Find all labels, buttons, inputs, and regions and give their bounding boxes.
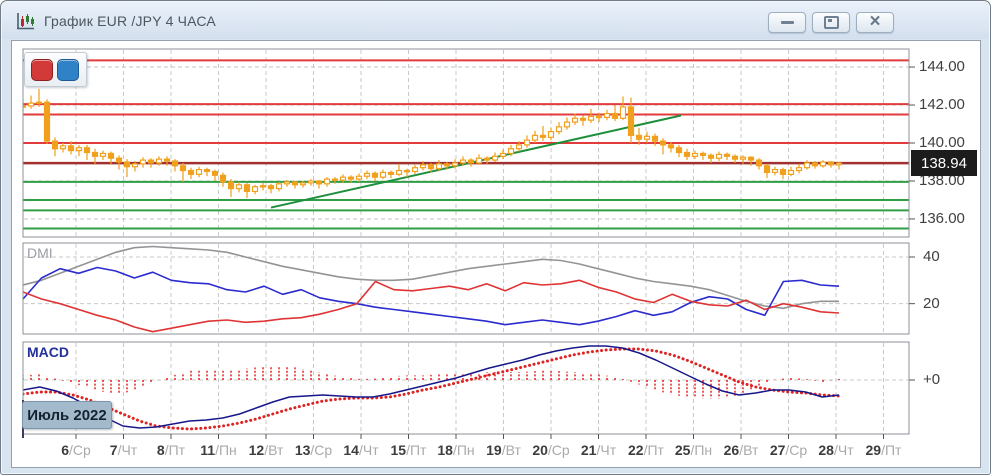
price-axis-label: 140.00 [919,134,965,151]
chart-canvas[interactable] [1,1,991,476]
time-axis-label: 29/Пт [865,442,902,458]
dmi-axis-label: 40 [923,248,940,265]
price-axis-label: 136.00 [919,209,965,227]
chart-toolbar [24,52,87,87]
dmi-axis-label: 20 [923,294,940,312]
price-axis-label: 142.00 [919,96,965,114]
macd-panel-label: MACD [27,344,69,360]
blue-tool-button[interactable] [57,59,79,81]
price-axis-label: 144.00 [919,58,965,76]
dmi-panel-label: DMI [27,245,53,261]
macd-zero-label: +0 [923,371,941,388]
month-label: Июль 2022 [22,401,112,429]
chart-window: График EUR /JPY 4 ЧАСА × DMI MACD Июль 2… [0,0,991,475]
red-tool-button[interactable] [31,59,53,81]
current-price-badge: 138.94 [911,150,977,176]
